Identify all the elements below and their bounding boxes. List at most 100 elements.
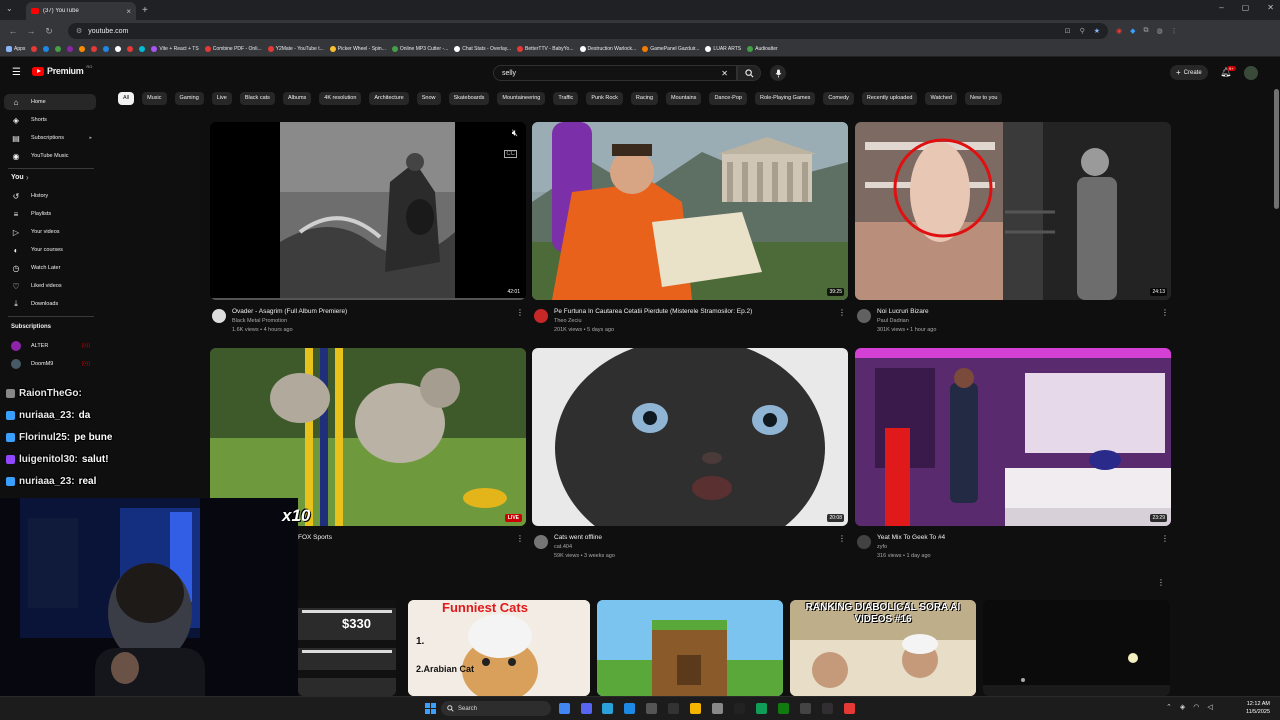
filter-chip[interactable]: Role-Playing Games (754, 91, 816, 105)
channel-avatar[interactable] (212, 309, 226, 323)
sidebar-item-your-courses[interactable]: ◐ Your courses (4, 242, 96, 258)
app-icon[interactable] (800, 703, 811, 714)
bookmark-item[interactable]: Picker Wheel - Spin... (329, 46, 386, 52)
sidebar-item-your-videos[interactable]: ▷ Your videos (4, 224, 96, 240)
filter-chip[interactable]: Comedy (823, 91, 854, 105)
reload-icon[interactable]: ↻ (44, 26, 54, 37)
new-tab-icon[interactable]: + (142, 5, 148, 16)
page-scrollbar[interactable] (1274, 89, 1279, 209)
bookmark-item[interactable]: Apps (6, 46, 25, 52)
bookmark-item[interactable]: Chat Stats - Overlay... (454, 46, 511, 52)
bookmark-item[interactable]: Combine PDF - Onli... (204, 46, 262, 52)
channel-name[interactable]: cat.404 (554, 544, 572, 550)
sidebar-subscriptions-header[interactable]: Subscriptions (11, 324, 51, 330)
bookmark-item[interactable]: Online MP3 Cutter -... (391, 46, 448, 52)
edge-icon[interactable] (756, 703, 767, 714)
filter-chip[interactable]: Black cats (239, 91, 275, 105)
bookmark-item[interactable]: BetterTTV - BabyYo... (517, 46, 574, 52)
search-input[interactable]: selly ✕ (493, 65, 737, 81)
browser-menu-icon[interactable]: ⋮ (1171, 27, 1178, 35)
sidebar-subscription-item[interactable]: ALTER ((•)) (4, 338, 96, 354)
filter-chip[interactable]: Racing (630, 91, 659, 105)
more-actions-icon[interactable]: ⋮ (838, 534, 846, 543)
discord-icon[interactable] (581, 703, 592, 714)
telegram-icon[interactable] (602, 703, 613, 714)
bookmark-favicon-icon[interactable] (43, 46, 50, 52)
mute-icon[interactable]: 🔇︎ (512, 128, 518, 139)
bookmark-item[interactable]: LUAR ARTS (705, 46, 741, 52)
bookmark-favicon-icon[interactable] (55, 46, 62, 52)
bookmark-item[interactable]: Audioalter (747, 46, 778, 52)
windows-start-icon[interactable] (425, 703, 436, 714)
tray-app-icon[interactable]: ◈ (1180, 703, 1185, 711)
filter-chip[interactable]: Skateboards (448, 91, 490, 105)
bookmark-item[interactable]: Vite + React + TS (151, 46, 199, 52)
bookmark-favicon-icon[interactable] (103, 46, 110, 52)
terminal-icon[interactable] (668, 703, 679, 714)
app-icon[interactable] (712, 703, 723, 714)
close-window-icon[interactable]: ✕ (1267, 3, 1274, 12)
filter-chip[interactable]: Watched (925, 91, 957, 105)
sidebar-item-history[interactable]: ↺ History (4, 188, 96, 204)
filter-chip[interactable]: New to you (964, 91, 1003, 105)
sidebar-item-home[interactable]: ⌂ Home (4, 94, 96, 110)
sidebar-item-shorts[interactable]: ◈ Shorts (4, 112, 96, 128)
install-icon[interactable]: ⊡ (1065, 27, 1071, 35)
filter-chip[interactable]: Traffic (553, 91, 579, 105)
channel-avatar[interactable] (534, 309, 548, 323)
obs-icon[interactable] (822, 703, 833, 714)
sidebar-subscription-item[interactable]: DoomM9 ((•)) (4, 356, 96, 372)
create-button[interactable]: + Create (1170, 65, 1208, 80)
forward-icon[interactable]: → (26, 26, 36, 36)
more-actions-icon[interactable]: ⋮ (516, 308, 524, 317)
bookmark-item[interactable]: Y2Mate - YouTube t... (267, 46, 324, 52)
tray-chevron-icon[interactable]: ⌃ (1166, 703, 1172, 711)
short-card[interactable] (983, 600, 1170, 696)
file-explorer-icon[interactable] (690, 703, 701, 714)
omnibox[interactable]: ⚙ youtube.com ⊡ ⚲ ★ (68, 23, 1108, 39)
taskbar-clock[interactable]: 12:12 AM 11/5/2025 (1246, 700, 1270, 716)
channel-name[interactable]: zyfo (877, 544, 887, 550)
youtube-logo[interactable]: Premium RO (32, 64, 92, 76)
app-icon[interactable] (844, 703, 855, 714)
capcut-icon[interactable] (734, 703, 745, 714)
filter-chip[interactable]: Dance-Pop (709, 91, 747, 105)
filter-chip[interactable]: All (118, 91, 135, 105)
extension-icon[interactable]: ◆ (1130, 27, 1135, 35)
maximize-icon[interactable]: ▢ (1242, 3, 1250, 12)
bookmark-favicon-icon[interactable] (31, 46, 38, 52)
site-info-icon[interactable]: ⚙ (76, 27, 82, 35)
video-title[interactable]: Pe Furtuna In Cautarea Cetatii Pierdute … (554, 308, 834, 315)
short-card[interactable]: $330 (298, 600, 396, 696)
sidebar-item-subscriptions[interactable]: ▤ Subscriptions ▸ (4, 130, 96, 146)
bookmark-favicon-icon[interactable] (67, 46, 74, 52)
clear-search-icon[interactable]: ✕ (721, 69, 728, 78)
channel-name[interactable]: Theo Zeciu (554, 318, 582, 324)
sidebar-you-header[interactable]: You (11, 174, 24, 181)
filter-chip[interactable]: Architecture (369, 91, 409, 105)
channel-avatar[interactable] (857, 309, 871, 323)
bookmark-item[interactable]: Destruction Warlock... (579, 46, 636, 52)
extension-icon[interactable]: ◉ (1116, 27, 1122, 35)
filter-chip[interactable]: Mountaineering (497, 91, 546, 105)
xbox-icon[interactable] (778, 703, 789, 714)
filter-chip[interactable]: Recently uploaded (861, 91, 918, 105)
more-actions-icon[interactable]: ⋮ (1161, 534, 1169, 543)
volume-icon[interactable]: ◁ (1207, 703, 1212, 711)
filter-chip[interactable]: Punk Rock (586, 91, 623, 105)
short-card[interactable] (597, 600, 783, 696)
sidebar-item-watch-later[interactable]: ◷ Watch Later (4, 260, 96, 276)
sidebar-item-youtube-music[interactable]: ◉ YouTube Music (4, 148, 96, 164)
video-title[interactable]: Cats went offline (554, 534, 834, 541)
video-thumbnail[interactable]: 39:25 (532, 122, 848, 300)
progress-bar[interactable] (210, 298, 526, 300)
bookmark-favicon-icon[interactable] (79, 46, 86, 52)
bookmark-favicon-icon[interactable] (115, 46, 122, 52)
sidebar-item-downloads[interactable]: ⤓ Downloads (4, 296, 96, 312)
bookmark-star-icon[interactable]: ★ (1094, 27, 1100, 35)
profile-icon[interactable]: ◍ (1157, 27, 1163, 35)
channel-name[interactable]: Paul Dadrian (877, 318, 909, 324)
more-actions-icon[interactable]: ⋮ (1161, 308, 1169, 317)
sidebar-item-playlists[interactable]: ≡ Playlists (4, 206, 96, 222)
video-title[interactable]: Ovader - Asagrim (Full Album Premiere) (232, 308, 512, 315)
